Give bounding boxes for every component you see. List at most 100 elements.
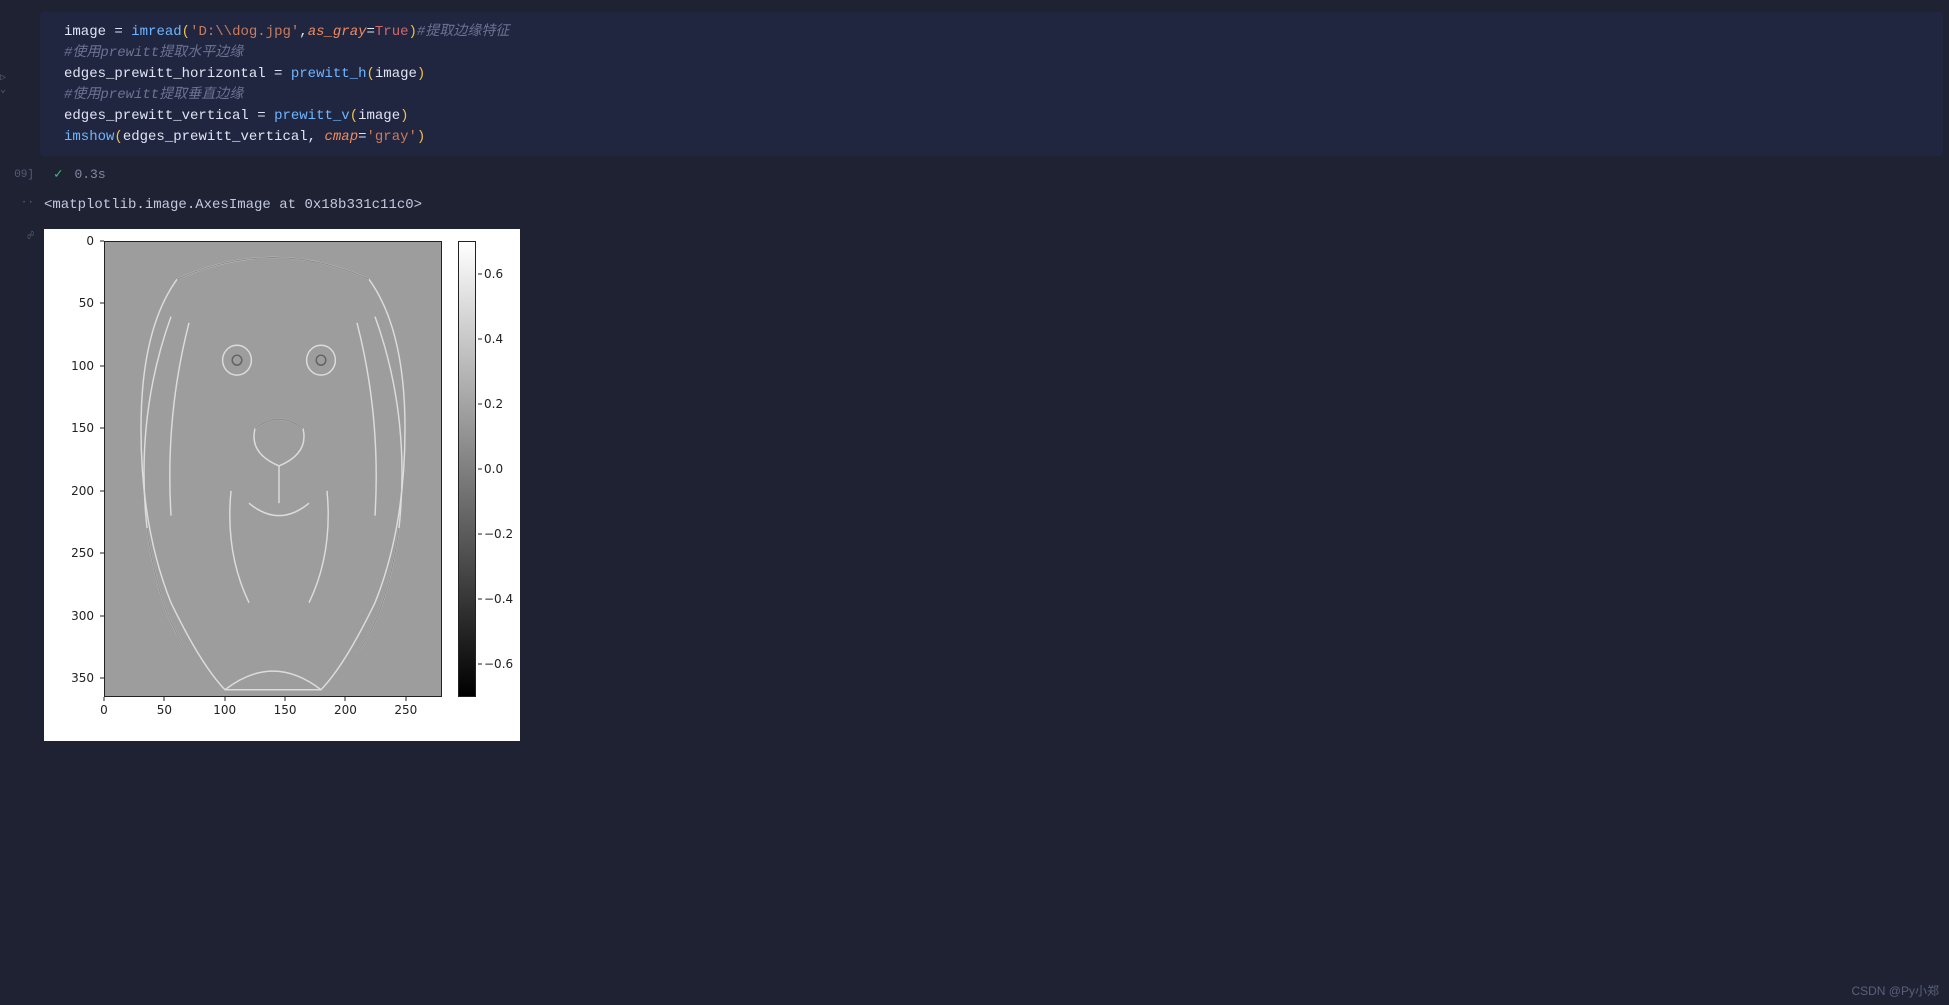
colorbar-tick-label: −0.6 xyxy=(484,657,513,671)
x-tick-label: 250 xyxy=(394,703,417,717)
y-tick-mark xyxy=(100,490,104,491)
colorbar-tick-label: 0.6 xyxy=(484,267,503,281)
cell-gutter xyxy=(8,12,40,156)
code-token: #使用prewitt提取垂直边缘 xyxy=(64,87,243,103)
colorbar-tick-mark xyxy=(478,338,482,339)
code-token: #使用prewitt提取水平边缘 xyxy=(64,45,243,61)
y-axis-ticks: 050100150200250300350 xyxy=(44,241,100,697)
x-tick-mark xyxy=(345,697,346,701)
run-cell-icon[interactable]: ▷ ⌄ xyxy=(0,72,8,96)
image-marker-gutter: ☍ xyxy=(8,229,40,741)
exec-count-gutter: 09] xyxy=(8,169,40,181)
gutter-spacer xyxy=(0,197,8,213)
x-tick-label: 200 xyxy=(334,703,357,717)
x-tick-mark xyxy=(164,697,165,701)
code-token: cmap xyxy=(324,129,358,145)
colorbar-tick-label: 0.4 xyxy=(484,332,503,346)
code-token: prewitt_h xyxy=(291,66,367,82)
x-axis-ticks: 050100150200250 xyxy=(104,697,442,727)
y-tick-mark xyxy=(100,365,104,366)
code-token: 'gray' xyxy=(367,129,417,145)
code-token: ) xyxy=(400,108,408,124)
output-marker-gutter: ·· xyxy=(8,197,40,213)
colorbar-tick-mark xyxy=(478,534,482,535)
code-token: 'D:\\dog.jpg' xyxy=(190,24,299,40)
code-token: image xyxy=(358,108,400,124)
output-text-row: ·· <matplotlib.image.AxesImage at 0x18b3… xyxy=(0,189,1949,223)
code-token: prewitt_v xyxy=(274,108,350,124)
x-tick-label: 50 xyxy=(157,703,172,717)
code-token: ) xyxy=(417,129,425,145)
x-tick-label: 150 xyxy=(274,703,297,717)
code-cell: ▷ ⌄ image = imread('D:\\dog.jpg',as_gray… xyxy=(0,0,1949,164)
y-tick-mark xyxy=(100,303,104,304)
code-token: image xyxy=(64,24,106,40)
colorbar-tick-mark xyxy=(478,664,482,665)
code-token: , xyxy=(299,24,307,40)
x-tick-mark xyxy=(405,697,406,701)
image-output-icon: ☍ xyxy=(27,229,34,243)
notebook-page: ▷ ⌄ image = imread('D:\\dog.jpg',as_gray… xyxy=(0,0,1949,1005)
y-tick-mark xyxy=(100,553,104,554)
code-token: True xyxy=(375,24,409,40)
code-token: , xyxy=(308,129,325,145)
colorbar-tick-mark xyxy=(478,599,482,600)
plot-axes xyxy=(104,241,442,697)
execution-status-row: 09] ✓ 0.3s xyxy=(0,164,1949,189)
watermark: CSDN @Py小郑 xyxy=(1851,982,1939,999)
plot-output-row: ☍ xyxy=(0,223,1949,741)
edge-image xyxy=(105,242,441,696)
code-token: ( xyxy=(114,129,122,145)
output-marker-icon: ·· xyxy=(21,197,34,209)
code-token: = xyxy=(249,108,274,124)
code-token: image xyxy=(375,66,417,82)
colorbar-tick-label: −0.2 xyxy=(484,527,513,541)
code-token: #提取边缘特征 xyxy=(417,24,509,40)
colorbar-ticks: 0.60.40.20.0−0.2−0.4−0.6 xyxy=(478,241,518,697)
code-token: = xyxy=(106,24,131,40)
x-tick-mark xyxy=(285,697,286,701)
gutter-spacer xyxy=(0,229,8,741)
x-tick-label: 100 xyxy=(213,703,236,717)
colorbar xyxy=(458,241,476,697)
success-check-icon: ✓ xyxy=(54,166,62,183)
y-tick-mark xyxy=(100,428,104,429)
matplotlib-figure: 050100150200250300350 050100150200250 0.… xyxy=(44,229,520,741)
code-editor[interactable]: image = imread('D:\\dog.jpg',as_gray=Tru… xyxy=(40,12,1943,156)
cell-collapse-gutter[interactable]: ▷ ⌄ xyxy=(0,12,8,156)
y-tick-label: 350 xyxy=(71,671,94,685)
code-token: ( xyxy=(182,24,190,40)
code-token: = xyxy=(266,66,291,82)
y-tick-mark xyxy=(100,615,104,616)
code-token: as_gray xyxy=(308,24,367,40)
code-token: = xyxy=(367,24,375,40)
x-tick-mark xyxy=(224,697,225,701)
y-tick-label: 0 xyxy=(86,234,94,248)
code-token: ( xyxy=(350,108,358,124)
code-token: = xyxy=(358,129,366,145)
colorbar-tick-mark xyxy=(478,273,482,274)
repr-output: <matplotlib.image.AxesImage at 0x18b331c… xyxy=(40,197,422,213)
y-tick-mark xyxy=(100,678,104,679)
code-token: edges_prewitt_horizontal xyxy=(64,66,266,82)
code-token: ( xyxy=(366,66,374,82)
x-tick-mark xyxy=(104,697,105,701)
code-token: edges_prewitt_vertical xyxy=(123,129,308,145)
colorbar-tick-label: −0.4 xyxy=(484,592,513,606)
y-tick-label: 200 xyxy=(71,484,94,498)
y-tick-label: 150 xyxy=(71,421,94,435)
exec-count-label: 09] xyxy=(14,169,34,181)
code-content[interactable]: image = imread('D:\\dog.jpg',as_gray=Tru… xyxy=(44,22,1939,148)
y-tick-label: 250 xyxy=(71,546,94,560)
code-token: imshow xyxy=(64,129,114,145)
colorbar-tick-mark xyxy=(478,403,482,404)
code-token: edges_prewitt_vertical xyxy=(64,108,249,124)
code-token: ) xyxy=(409,24,417,40)
y-tick-mark xyxy=(100,241,104,242)
colorbar-tick-label: 0.0 xyxy=(484,462,503,476)
colorbar-tick-mark xyxy=(478,469,482,470)
y-tick-label: 300 xyxy=(71,609,94,623)
y-tick-label: 100 xyxy=(71,359,94,373)
x-tick-label: 0 xyxy=(100,703,108,717)
execution-time: 0.3s xyxy=(74,167,105,182)
